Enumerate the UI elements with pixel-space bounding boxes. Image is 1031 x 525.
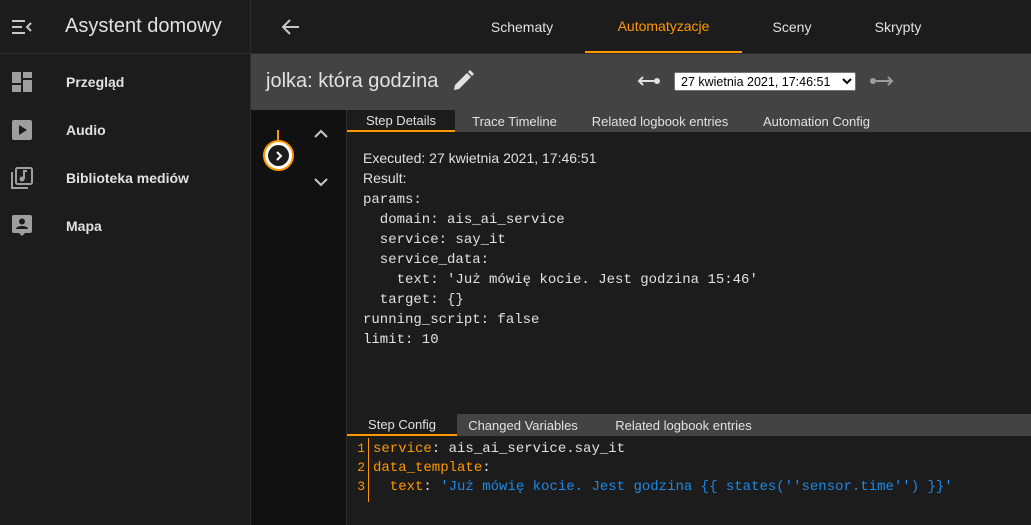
chevron-up-icon[interactable] (311, 124, 331, 144)
sidebar-item-overview[interactable]: Przegląd (0, 62, 250, 102)
sidebar-item-label: Audio (66, 122, 106, 138)
map-person-icon (11, 215, 33, 237)
yaml-key: data_template (373, 460, 483, 476)
newer-trace-icon[interactable] (868, 72, 894, 90)
code-line: data_template: (373, 460, 491, 476)
line-number: 2 (357, 460, 365, 475)
tab-changed-variables[interactable]: Changed Variables (460, 414, 586, 436)
tab-schematy[interactable]: Schematy (480, 0, 564, 53)
config-editor[interactable]: 1 2 3 service: ais_ai_service.say_it dat… (347, 438, 1031, 525)
sidebar-item-media-library[interactable]: Biblioteka mediów (0, 158, 250, 198)
tab-trace-timeline[interactable]: Trace Timeline (459, 110, 570, 132)
tab-related-logbook[interactable]: Related logbook entries (579, 110, 741, 132)
top-bar: Schematy Automatyzacje Sceny Skrypty (251, 0, 1031, 54)
detail-tabs: Step Details Trace Timeline Related logb… (347, 110, 1031, 132)
result-yaml: params: domain: ais_ai_service service: … (363, 192, 758, 348)
trace-graph (251, 110, 347, 525)
automation-header: jolka: która godzina 27 kwietnia 2021, 1… (251, 54, 1031, 110)
code-line: text: 'Już mówię kocie. Jest godzina {{ … (373, 479, 953, 495)
play-icon (11, 119, 33, 141)
executed-timestamp: Executed: 27 kwietnia 2021, 17:46:51 (363, 150, 597, 166)
pencil-icon[interactable] (452, 70, 474, 92)
yaml-value: ais_ai_service.say_it (440, 441, 626, 457)
app-title: Asystent domowy (65, 15, 222, 37)
media-library-icon (11, 167, 33, 189)
graph-node-action[interactable] (263, 140, 294, 171)
menu-collapse-icon[interactable] (0, 0, 44, 54)
page-title: jolka: która godzina (266, 70, 439, 92)
yaml-string: 'Już mówię kocie. Jest godzina {{ states… (431, 479, 953, 495)
line-number: 1 (357, 441, 365, 456)
tab-skrypty[interactable]: Skrypty (864, 0, 932, 53)
step-details-panel: Step Details Trace Timeline Related logb… (347, 110, 1031, 412)
tab-step-details[interactable]: Step Details (347, 110, 455, 132)
sidebar: Asystent domowy Przegląd Audio Bibliotek… (0, 0, 251, 525)
sidebar-item-audio[interactable]: Audio (0, 110, 250, 150)
tab-sceny[interactable]: Sceny (764, 0, 820, 53)
sidebar-item-label: Przegląd (66, 74, 125, 90)
back-arrow-icon[interactable] (279, 15, 303, 39)
sidebar-item-map[interactable]: Mapa (0, 206, 250, 246)
sidebar-header: Asystent domowy (0, 0, 250, 54)
sidebar-item-label: Mapa (66, 218, 102, 234)
sidebar-item-label: Biblioteka mediów (66, 170, 189, 186)
trace-select[interactable]: 27 kwietnia 2021, 17:46:51 (674, 72, 856, 91)
config-tabs: Step Config Changed Variables Related lo… (347, 414, 1031, 436)
code-line: service: ais_ai_service.say_it (373, 441, 626, 457)
tab-automation-config[interactable]: Automation Config (750, 110, 883, 132)
line-gutter: 1 2 3 (347, 438, 369, 502)
result-label: Result: (363, 170, 407, 186)
tab-automatyzacje[interactable]: Automatyzacje (585, 0, 742, 53)
yaml-key: service (373, 441, 432, 457)
dashboard-icon (11, 71, 33, 93)
line-number: 3 (357, 479, 365, 494)
tab-step-config[interactable]: Step Config (347, 414, 457, 436)
yaml-key: text (373, 479, 424, 495)
step-config-panel: Step Config Changed Variables Related lo… (347, 412, 1031, 525)
chevron-right-icon (268, 145, 289, 166)
chevron-down-icon[interactable] (311, 172, 331, 192)
tab-related-logbook[interactable]: Related logbook entries (603, 414, 764, 436)
older-trace-icon[interactable] (637, 72, 663, 90)
